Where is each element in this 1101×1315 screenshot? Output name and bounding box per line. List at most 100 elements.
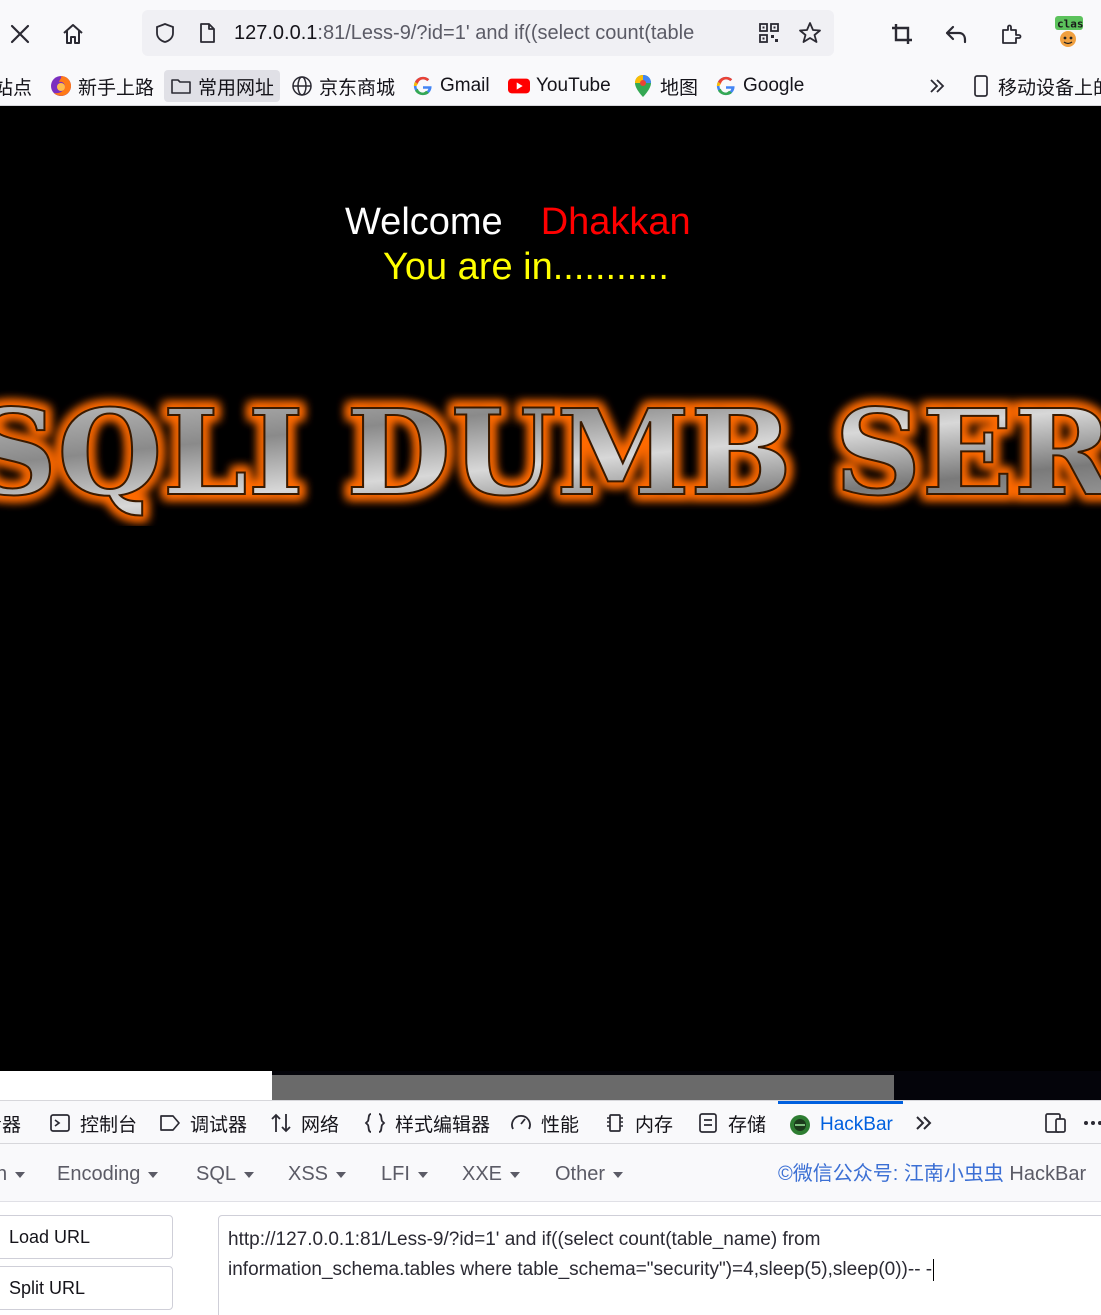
- scrollbar-thumb[interactable]: [272, 1075, 894, 1100]
- close-icon[interactable]: [0, 14, 40, 54]
- bookmark-item[interactable]: 京东商城: [285, 70, 401, 102]
- menu-other[interactable]: Other: [555, 1161, 624, 1187]
- tab-label: 样式编辑器: [395, 1114, 491, 1136]
- menu-sql[interactable]: SQL: [196, 1161, 255, 1187]
- screenshot-crop-icon[interactable]: [882, 14, 922, 54]
- bookmark-item[interactable]: Google: [709, 70, 810, 102]
- tab-label: HackBar: [820, 1113, 893, 1135]
- split-url-button[interactable]: Split URL: [0, 1266, 173, 1310]
- google-g-icon: [412, 75, 434, 97]
- status-text: You are in...........: [383, 246, 669, 288]
- menu-label: XSS: [288, 1163, 329, 1185]
- chevron-down-icon: [417, 1171, 428, 1178]
- folder-icon: [170, 75, 192, 97]
- tab-label: 内存: [635, 1114, 674, 1136]
- undo-icon[interactable]: [936, 14, 976, 54]
- page-icon[interactable]: [194, 20, 220, 46]
- shield-icon[interactable]: [152, 20, 178, 46]
- url-line-1: http://127.0.0.1:81/Less-9/?id=1' and if…: [228, 1229, 821, 1250]
- chevron-down-icon: [148, 1171, 159, 1178]
- bookmark-star-icon[interactable]: [797, 20, 823, 46]
- menu-xss[interactable]: XSS: [288, 1161, 347, 1187]
- credit-link: ©微信公众号: 江南小虫虫: [778, 1163, 1004, 1185]
- tab-label: 调试器: [190, 1114, 248, 1136]
- url-line-2-text: information_schema.tables where table_sc…: [228, 1259, 933, 1280]
- bookmarks-overflow-icon[interactable]: [920, 70, 954, 102]
- tab-label: 存储: [728, 1114, 767, 1136]
- bookmark-item[interactable]: 地图: [626, 70, 704, 102]
- menu-label: LFI: [381, 1163, 410, 1185]
- ext-badge-text: clas: [1057, 18, 1083, 31]
- extensions-icon[interactable]: [991, 14, 1031, 54]
- bookmark-item[interactable]: 站点: [0, 70, 38, 102]
- bookmark-folder[interactable]: 常用网址: [164, 70, 281, 102]
- tab-label: 性能: [541, 1114, 580, 1136]
- bookmark-item[interactable]: 移动设备上的: [964, 70, 1101, 102]
- menu-xxe[interactable]: XXE: [462, 1161, 521, 1187]
- welcome-text: Welcome: [345, 201, 503, 243]
- tabs-overflow-icon[interactable]: [913, 1101, 935, 1145]
- devtools-tabbar: 查看器 控制台 调试器 网络 样式编辑器 性能 内存 存储 HackBar: [0, 1100, 1101, 1144]
- tab-debugger[interactable]: 调试器: [158, 1101, 247, 1145]
- tab-inspector[interactable]: 查看器: [0, 1101, 21, 1145]
- url-rest: :81/Less-9/?id=1' and if((select count(t…: [317, 22, 695, 44]
- more-options-icon[interactable]: [1082, 1101, 1101, 1145]
- tab-style-editor[interactable]: 样式编辑器: [363, 1101, 490, 1145]
- firefox-icon: [50, 75, 72, 97]
- url-line-2: information_schema.tables where table_sc…: [228, 1255, 1101, 1285]
- text-cursor: [933, 1258, 935, 1281]
- chevron-down-icon: [336, 1171, 347, 1178]
- bookmark-label: YouTube: [536, 75, 611, 96]
- bookmark-label: 地图: [660, 77, 699, 99]
- tab-memory[interactable]: 内存: [603, 1101, 673, 1145]
- menu-encoding[interactable]: Encoding: [57, 1161, 159, 1187]
- welcome-line: Welcome Dhakkan: [345, 200, 691, 244]
- google-g-icon: [715, 75, 737, 97]
- home-icon[interactable]: [53, 14, 93, 54]
- tab-label: 控制台: [80, 1114, 138, 1136]
- bookmark-label: Google: [743, 75, 805, 96]
- url-textarea[interactable]: http://127.0.0.1:81/Less-9/?id=1' and if…: [218, 1215, 1101, 1315]
- bookmark-item[interactable]: 新手上路: [44, 70, 160, 102]
- bookmark-label: Gmail: [440, 75, 490, 96]
- network-icon: [269, 1111, 293, 1135]
- scrollbar-track: [0, 1071, 272, 1100]
- console-icon: [48, 1111, 72, 1135]
- horizontal-scrollbar[interactable]: [0, 1071, 1101, 1100]
- tab-network[interactable]: 网络: [269, 1101, 339, 1145]
- chevron-down-icon: [613, 1171, 624, 1178]
- hackbar-body: Load URL Split URL http://127.0.0.1:81/L…: [0, 1202, 1101, 1315]
- menu-partial[interactable]: n: [0, 1161, 26, 1187]
- classic-extension-icon[interactable]: clas: [1046, 14, 1086, 54]
- tab-performance[interactable]: 性能: [509, 1101, 579, 1145]
- storage-icon: [696, 1111, 720, 1135]
- responsive-design-icon[interactable]: [1043, 1101, 1069, 1145]
- url-bar[interactable]: 127.0.0.1:81/Less-9/?id=1' and if((selec…: [142, 10, 834, 56]
- banner-text: SQLI DUMB SERIES: [0, 383, 1101, 522]
- tab-storage[interactable]: 存储: [696, 1101, 766, 1145]
- tab-hackbar[interactable]: HackBar: [778, 1101, 903, 1145]
- url-host: 127.0.0.1: [234, 22, 318, 44]
- user-name: Dhakkan: [540, 201, 691, 243]
- menu-label: Other: [555, 1163, 606, 1185]
- tab-label: 网络: [301, 1114, 340, 1136]
- chevron-down-icon: [510, 1171, 521, 1178]
- bookmark-item[interactable]: YouTube: [502, 70, 617, 102]
- performance-icon: [509, 1111, 533, 1135]
- mobile-device-icon: [970, 75, 992, 97]
- url-fade: [714, 20, 750, 46]
- youtube-icon: [508, 75, 530, 97]
- menu-label: SQL: [196, 1163, 237, 1185]
- hackbar-credit[interactable]: ©微信公众号: 江南小虫虫 HackBar: [778, 1161, 1086, 1187]
- credit-title: HackBar: [1009, 1163, 1087, 1185]
- globe-icon: [291, 75, 313, 97]
- bookmark-label: 移动设备上的: [998, 77, 1101, 99]
- menu-label: n: [0, 1163, 8, 1185]
- menu-lfi[interactable]: LFI: [381, 1161, 428, 1187]
- url-text[interactable]: 127.0.0.1:81/Less-9/?id=1' and if((selec…: [234, 20, 746, 46]
- tab-console[interactable]: 控制台: [48, 1101, 137, 1145]
- load-url-button[interactable]: Load URL: [0, 1215, 173, 1259]
- bookmark-item[interactable]: Gmail: [406, 70, 496, 102]
- qr-code-icon[interactable]: [756, 20, 782, 46]
- chevron-down-icon: [15, 1171, 26, 1178]
